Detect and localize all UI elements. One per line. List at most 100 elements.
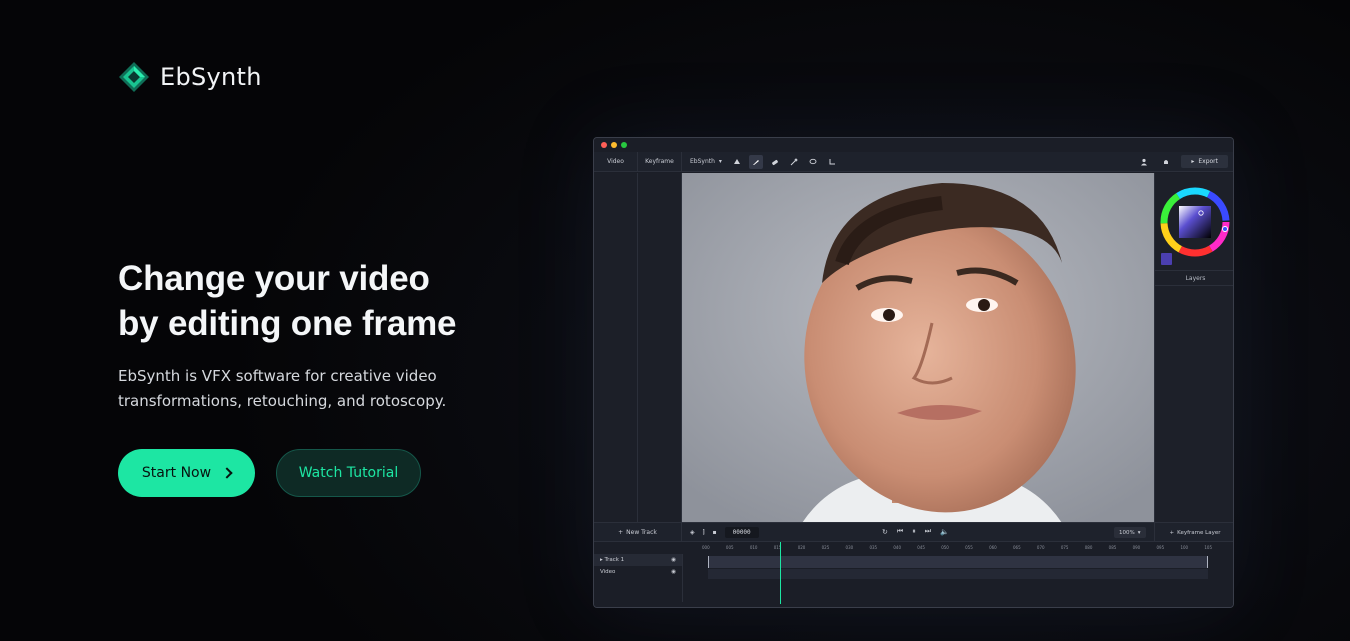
start-now-button[interactable]: Start Now: [118, 449, 255, 497]
ruler-tick: 090: [1132, 545, 1141, 550]
zoom-value: 100%: [1119, 529, 1135, 536]
chevron-down-icon: ▾: [1137, 529, 1141, 536]
track-row[interactable]: Video ◉: [594, 566, 682, 578]
ruler-tick: 100: [1180, 545, 1189, 550]
video-panel: [594, 173, 638, 523]
video-frame-viewer[interactable]: [682, 173, 1154, 523]
ruler-tick: 005: [725, 545, 734, 550]
loop-icon[interactable]: ↻: [882, 528, 888, 536]
keyframe-layer-button[interactable]: + Keyframe Layer: [1154, 523, 1233, 542]
tool-group: [730, 154, 839, 169]
tab-keyframe[interactable]: Keyframe: [638, 151, 682, 172]
ruler-tick: 065: [1012, 545, 1021, 550]
timeline: 000 005 010 015 020 025 030 035 040 045 050 055 060 0…: [594, 542, 1233, 607]
play-icon: ▸: [1191, 158, 1195, 165]
frame-controls: ◈ ⫿ ▪: [690, 527, 759, 538]
skip-forward-icon[interactable]: ⏭: [925, 527, 931, 536]
eraser-icon[interactable]: [768, 155, 782, 169]
chevron-right-icon: [221, 467, 233, 479]
user-icon[interactable]: [1137, 155, 1151, 169]
hero-subtitle: EbSynth is VFX software for creative vid…: [118, 364, 478, 414]
keyframe-layer-label: Keyframe Layer: [1177, 529, 1221, 536]
ruler-tick: 095: [1156, 545, 1165, 550]
track-area[interactable]: [682, 554, 1208, 602]
plus-icon: +: [618, 529, 624, 536]
playhead[interactable]: [780, 542, 781, 604]
watch-tutorial-button[interactable]: Watch Tutorial: [276, 449, 421, 497]
diamond-logo-icon: [119, 62, 149, 92]
mode-select-value: EbSynth: [690, 158, 715, 165]
ruler-tick: 045: [917, 545, 925, 550]
track-list: ▸ Track 1 ◉ Video ◉: [594, 554, 682, 578]
workspace: Layers: [594, 173, 1233, 523]
ruler-tick: 070: [1036, 545, 1045, 550]
portrait-frame-image: [682, 173, 1154, 523]
current-color-swatch[interactable]: [1161, 253, 1172, 265]
ruler-tick: 010: [749, 545, 758, 550]
ruler-tick: 055: [965, 545, 973, 550]
transform-icon[interactable]: [825, 155, 839, 169]
ruler-tick: 105: [1204, 545, 1212, 550]
layers-header: Layers: [1155, 270, 1233, 286]
export-button[interactable]: ▸ Export: [1181, 155, 1228, 168]
plus-icon: +: [1169, 529, 1175, 536]
minimize-window-dot[interactable]: [611, 142, 617, 148]
keyframe-diamond-icon[interactable]: ◈: [690, 529, 695, 536]
zoom-select[interactable]: 100% ▾: [1114, 527, 1146, 538]
eyedropper-icon[interactable]: [787, 155, 801, 169]
hero-section: Change your video by editing one frame E…: [118, 256, 538, 414]
color-wheel[interactable]: [1159, 186, 1231, 258]
ruler-tick: 000: [702, 545, 710, 550]
lasso-icon[interactable]: [806, 155, 820, 169]
mode-select[interactable]: EbSynth ▾: [682, 158, 730, 165]
volume-icon[interactable]: 🔈: [940, 528, 949, 536]
hero-subtitle-line-1: EbSynth is VFX software for creative vid…: [118, 367, 437, 385]
playback-controls: + New Track ◈ ⫿ ▪ ↻ ⏮ ⏸ ⏭ 🔈 100% ▾ + Key…: [594, 522, 1233, 542]
timeline-ruler[interactable]: 000 005 010 015 020 025 030 035 040 045 050 055 060 0…: [702, 545, 1212, 553]
ruler-tick: 030: [845, 545, 854, 550]
bell-icon[interactable]: [1159, 155, 1173, 169]
track-1-clip[interactable]: [708, 556, 1208, 568]
ruler-tick: 080: [1084, 545, 1093, 550]
track-name: Video: [600, 569, 616, 575]
window-titlebar: [594, 138, 1233, 152]
color-panel: Layers: [1154, 173, 1233, 523]
track-name: Track 1: [604, 557, 625, 563]
export-label: Export: [1198, 158, 1218, 165]
app-toolbar: Video Keyframe EbSynth ▾ ▸ Export: [594, 151, 1233, 172]
frame-number-input[interactable]: [724, 527, 759, 538]
ruler-tick: 060: [989, 545, 997, 550]
ruler-tick: 035: [869, 545, 878, 550]
brush-icon[interactable]: [748, 154, 763, 169]
hero-title: Change your video by editing one frame: [118, 256, 538, 346]
ruler-tick: 025: [821, 545, 830, 550]
close-window-dot[interactable]: [601, 142, 607, 148]
keyframe-panel: [638, 173, 682, 523]
pause-icon[interactable]: ⏸: [912, 527, 916, 536]
transport-controls: ↻ ⏮ ⏸ ⏭ 🔈: [882, 527, 949, 536]
chevron-down-icon: ▾: [718, 158, 722, 165]
skip-back-icon[interactable]: ⏮: [897, 527, 903, 536]
trash-icon[interactable]: ▪: [713, 529, 717, 536]
fill-icon[interactable]: [730, 155, 744, 169]
ruler-tick: 085: [1108, 545, 1117, 550]
hero-title-line-2: by editing one frame: [118, 304, 457, 343]
start-now-label: Start Now: [141, 465, 212, 481]
video-clip[interactable]: [708, 569, 1208, 579]
brand-logo[interactable]: EbSynth: [118, 61, 262, 93]
split-icon[interactable]: ⫿: [703, 529, 705, 537]
eye-icon[interactable]: ◉: [671, 557, 676, 563]
tab-video[interactable]: Video: [594, 151, 638, 172]
new-track-label: New Track: [626, 529, 657, 536]
maximize-window-dot[interactable]: [621, 142, 627, 148]
app-preview-window: Video Keyframe EbSynth ▾ ▸ Export Layers…: [593, 137, 1234, 608]
eye-icon[interactable]: ◉: [671, 569, 676, 575]
toolbar-right: ▸ Export: [1137, 155, 1233, 169]
ruler-tick: 040: [893, 545, 902, 550]
ruler-tick: 050: [941, 545, 949, 550]
hero-subtitle-line-2: transformations, retouching, and rotosco…: [118, 392, 447, 410]
new-track-button[interactable]: + New Track: [594, 523, 682, 542]
cta-group: Start Now Watch Tutorial: [118, 449, 421, 497]
track-row[interactable]: ▸ Track 1 ◉: [594, 554, 682, 566]
brand-name: EbSynth: [160, 63, 262, 91]
